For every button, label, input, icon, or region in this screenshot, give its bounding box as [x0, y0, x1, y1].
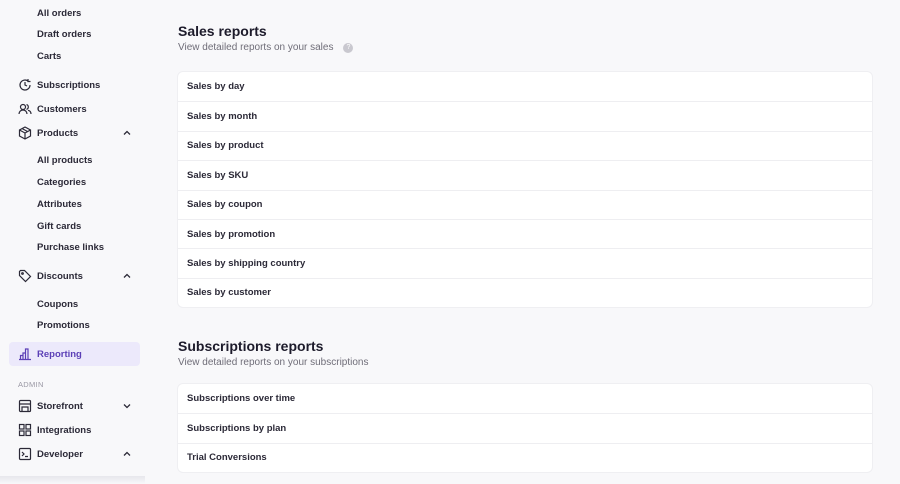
sidebar-item-subscriptions[interactable]: Subscriptions: [9, 73, 140, 97]
report-sales-by-day[interactable]: Sales by day: [178, 72, 872, 101]
sidebar-item-carts[interactable]: Carts: [9, 44, 140, 68]
description-text: View detailed reports on your subscripti…: [178, 357, 369, 368]
tag-icon: [18, 269, 32, 283]
grid-icon: [18, 423, 32, 437]
chevron-up-icon[interactable]: [121, 270, 133, 282]
label: All products: [37, 154, 93, 166]
sidebar-item-all-products[interactable]: All products: [9, 148, 140, 172]
sidebar-item-storefront[interactable]: Storefront: [9, 394, 140, 418]
subscriptions-reports-title: Subscriptions reports: [178, 338, 324, 354]
chevron-up-icon[interactable]: [121, 127, 133, 139]
sidebar-scroll-shadow: [0, 476, 145, 484]
label: Products: [37, 127, 79, 139]
sidebar-item-draft-orders[interactable]: Draft orders: [9, 22, 140, 46]
report-sales-by-customer[interactable]: Sales by customer: [178, 277, 872, 307]
sidebar-item-promotions[interactable]: Promotions: [9, 313, 140, 337]
description-text: View detailed reports on your sales: [178, 42, 334, 53]
sidebar: All orders Draft orders Carts Subscripti…: [0, 0, 150, 484]
subscriptions-reports-description: View detailed reports on your subscripti…: [178, 357, 368, 368]
label: Storefront: [37, 400, 83, 412]
sidebar-item-attributes[interactable]: Attributes: [9, 192, 140, 216]
bar-chart-icon: [19, 348, 31, 361]
sidebar-item-discounts[interactable]: Discounts: [9, 264, 140, 288]
customers-icon: [18, 103, 32, 115]
label: Gift cards: [37, 220, 82, 232]
label: Purchase links: [37, 241, 105, 253]
label: Reporting: [37, 348, 82, 360]
label: Categories: [37, 176, 87, 188]
report-sales-by-month[interactable]: Sales by month: [178, 101, 872, 130]
report-trial-conversions[interactable]: Trial Conversions: [178, 442, 872, 472]
storefront-icon: [18, 399, 32, 413]
sidebar-item-reporting[interactable]: Reporting: [9, 342, 140, 366]
sales-reports-title: Sales reports: [178, 23, 267, 39]
report-sales-by-promotion[interactable]: Sales by promotion: [178, 218, 872, 248]
report-sales-by-sku[interactable]: Sales by SKU: [178, 160, 872, 189]
sidebar-item-products[interactable]: Products: [9, 121, 140, 145]
subscriptions-icon: [19, 79, 31, 91]
report-sales-by-shipping-country[interactable]: Sales by shipping country: [178, 248, 872, 277]
sales-reports-list: Sales by day Sales by month Sales by pro…: [178, 72, 872, 308]
sidebar-item-categories[interactable]: Categories: [9, 170, 140, 194]
label: Attributes: [37, 198, 82, 210]
sales-reports-description: View detailed reports on your sales ?: [178, 42, 354, 53]
report-sales-by-coupon[interactable]: Sales by coupon: [178, 189, 872, 219]
box-icon: [18, 126, 32, 140]
label: Promotions: [37, 319, 90, 331]
sidebar-item-integrations[interactable]: Integrations: [9, 418, 140, 442]
label: All orders: [37, 7, 82, 19]
subscriptions-reports-list: Subscriptions over time Subscriptions by…: [178, 384, 872, 473]
label: Carts: [37, 50, 62, 62]
report-subscriptions-over-time[interactable]: Subscriptions over time: [178, 384, 872, 413]
label: Integrations: [37, 424, 92, 436]
label: Subscriptions: [37, 79, 101, 91]
chevron-down-icon[interactable]: [121, 400, 133, 412]
sidebar-item-developer[interactable]: Developer: [9, 442, 140, 466]
label: Developer: [37, 448, 83, 460]
report-subscriptions-by-plan[interactable]: Subscriptions by plan: [178, 413, 872, 442]
chevron-up-icon[interactable]: [121, 448, 133, 460]
label: Customers: [37, 103, 87, 115]
section-label-admin: ADMIN: [18, 380, 44, 389]
help-icon[interactable]: ?: [343, 42, 354, 53]
report-sales-by-product[interactable]: Sales by product: [178, 130, 872, 160]
label: Draft orders: [37, 28, 92, 40]
terminal-icon: [18, 447, 32, 461]
label: Coupons: [37, 298, 79, 310]
label: Discounts: [37, 270, 83, 282]
sidebar-item-customers[interactable]: Customers: [9, 97, 140, 121]
sidebar-item-purchase-links[interactable]: Purchase links: [9, 235, 140, 259]
